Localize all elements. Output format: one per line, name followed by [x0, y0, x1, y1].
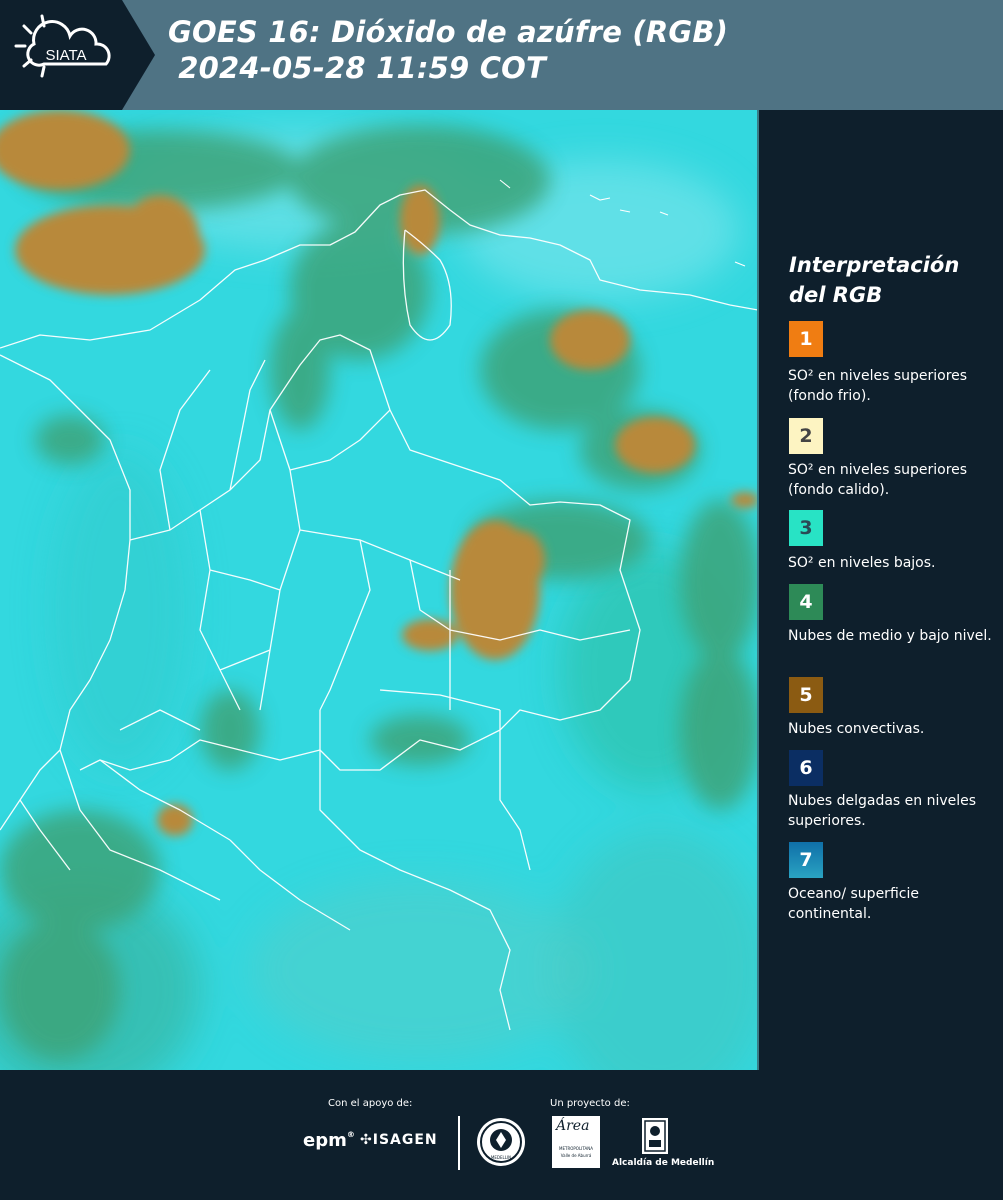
title-timestamp: 2024-05-28 11:59 COT	[168, 51, 547, 85]
alcaldia-label: Alcaldía de Medellín	[612, 1158, 715, 1168]
svg-text:SIATA: SIATA	[45, 47, 86, 64]
isagen-logo: ✣ISAGEN	[360, 1132, 438, 1148]
legend-text-6: Nubes delgadas en niveles superiores.	[788, 793, 977, 829]
satellite-map	[0, 110, 758, 1070]
legend-title: Interpretación del RGB	[789, 253, 960, 307]
project-label: Un proyecto de:	[550, 1098, 630, 1109]
legend-text-7: Oceano/ superficie continental.	[788, 886, 919, 922]
footer-bar: Con el apoyo de: Un proyecto de: epm® ✣I…	[0, 1070, 1003, 1200]
legend-text-4: Nubes de medio y bajo nivel.	[788, 628, 992, 644]
alcaldia-crest	[642, 1118, 668, 1154]
siata-logo: SIATA	[0, 0, 155, 110]
legend-swatch-4: 4	[789, 584, 823, 620]
page-title: GOES 16: Dióxido de azúfre (RGB) 2024-05…	[168, 14, 728, 86]
medellin-seal: MEDELLIN	[477, 1118, 525, 1166]
footer-divider	[458, 1116, 460, 1170]
legend-swatch-6: 6	[789, 750, 823, 786]
legend-panel: Interpretación del RGB 1 SO² en niveles …	[759, 110, 1003, 1070]
legend-text-1: SO² en niveles superiores (fondo frio).	[788, 368, 968, 404]
legend-text-5: Nubes convectivas.	[788, 721, 925, 737]
epm-logo: epm®	[303, 1130, 355, 1151]
legend-swatch-2: 2	[789, 418, 823, 454]
legend-swatch-7: 7	[789, 842, 823, 878]
title-product: GOES 16: Dióxido de azúfre (RGB)	[168, 15, 729, 49]
area-metropolitana-logo: Área METROPOLITANA Valle de Aburrá	[552, 1116, 600, 1168]
legend-swatch-3: 3	[789, 510, 823, 546]
header-bar: SIATA GOES 16: Dióxido de azúfre (RGB) 2…	[0, 0, 1003, 110]
legend-swatch-1: 1	[789, 321, 823, 357]
support-label: Con el apoyo de:	[328, 1098, 413, 1109]
legend-text-3: SO² en niveles bajos.	[788, 555, 936, 571]
legend-swatch-5: 5	[789, 677, 823, 713]
legend-text-2: SO² en niveles superiores (fondo calido)…	[788, 462, 968, 498]
